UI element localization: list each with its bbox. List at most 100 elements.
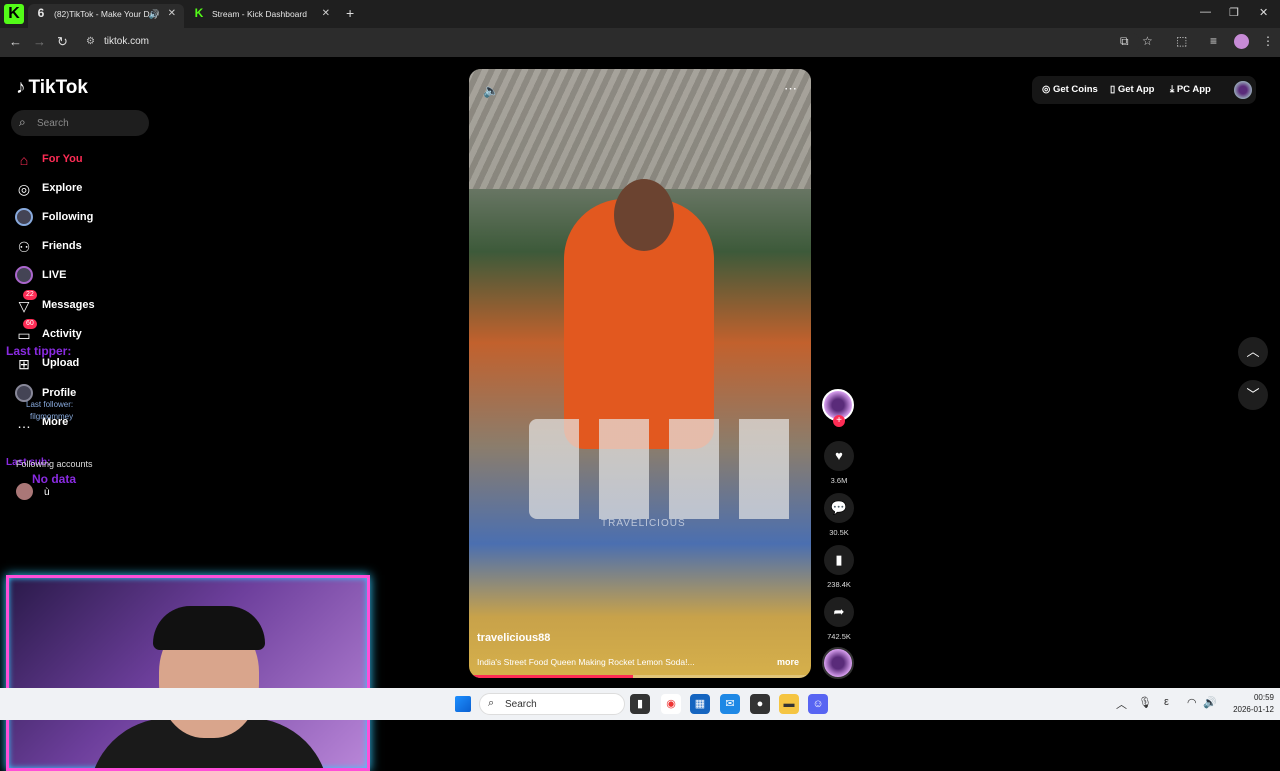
search-input[interactable]: ⌕ Search	[11, 110, 149, 136]
sidebar-item-friends[interactable]: ⚇ Friends	[14, 235, 154, 257]
site-info-icon[interactable]: ⚙	[86, 36, 95, 47]
sidebar-item-messages[interactable]: ▽ 22 Messages	[14, 290, 154, 316]
share-button[interactable]: ➦ 742.5K	[823, 597, 855, 641]
taskbar-search-placeholder: Search	[505, 699, 537, 710]
volume-icon[interactable]: 🔊	[1203, 696, 1217, 709]
tiktok-note-icon: ♪	[16, 77, 26, 98]
browser-nav-bar: ← → ↻ ⚙ tiktok.com ⧉ ☆ ⬚ ≡ ⋮	[0, 28, 1280, 57]
chevron-up-icon: ︿	[1246, 344, 1260, 359]
video-player[interactable]: 🔈 ⋯ TRAVELICIOUS travelicious88 India's …	[469, 69, 811, 678]
browser-tab-bar: K 6 (82)TikTok - Make Your Day 🔊 ✕ K Str…	[0, 0, 1280, 28]
taskbar-clock[interactable]: 00:59 2026-01-12	[1222, 692, 1274, 716]
video-progress-bar[interactable]	[469, 675, 811, 678]
speaker-icon[interactable]: 🔊	[149, 4, 160, 24]
install-app-icon[interactable]: ⧉	[1120, 34, 1129, 49]
overlay-last-follower-name: filgmommey	[30, 412, 74, 421]
avatar	[16, 483, 33, 500]
comment-count: 30.5K	[829, 528, 849, 537]
close-window-icon[interactable]: ✕	[1259, 6, 1268, 19]
windows-start-icon[interactable]	[455, 696, 471, 712]
live-icon	[14, 266, 34, 286]
sidebar-item-label: Activity	[42, 328, 82, 340]
search-placeholder: Search	[37, 118, 69, 129]
extensions-icon[interactable]: ⬚	[1176, 34, 1187, 48]
file-explorer-icon[interactable]: ▬	[779, 694, 799, 714]
get-app-label: Get App	[1117, 84, 1155, 95]
previous-video-button[interactable]: ︿	[1238, 337, 1268, 367]
more-options-icon[interactable]: ⋯	[784, 81, 797, 97]
media-controls-icon[interactable]: ≡	[1210, 34, 1217, 48]
kick-tab-icon: K	[194, 6, 204, 20]
address-bar[interactable]	[80, 32, 1140, 53]
get-coins-button[interactable]: ◎ Get Coins	[1042, 84, 1098, 95]
language-icon[interactable]: ε	[1164, 696, 1169, 708]
mute-icon[interactable]: 🔈	[483, 83, 499, 99]
video-frame-glasses	[529, 419, 809, 519]
discord-icon[interactable]: ☺	[808, 694, 828, 714]
minimize-icon[interactable]: —	[1200, 6, 1211, 18]
bookmark-star-icon[interactable]: ☆	[1142, 34, 1153, 48]
friends-icon: ⚇	[17, 239, 31, 255]
pc-app-label: PC App	[1176, 84, 1211, 95]
music-disc-avatar[interactable]	[822, 647, 854, 679]
tab-tiktok[interactable]: 6 (82)TikTok - Make Your Day 🔊 ✕	[28, 4, 184, 28]
sidebar-item-label: LIVE	[42, 269, 67, 281]
back-icon[interactable]: ←	[9, 34, 22, 49]
overlay-no-data: No data	[32, 472, 77, 486]
share-count: 742.5K	[827, 632, 851, 641]
browser-profile-avatar[interactable]	[1234, 34, 1249, 49]
coin-icon: ◎	[1042, 84, 1053, 95]
maximize-icon[interactable]: ❐	[1229, 6, 1239, 19]
sidebar-item-label: Profile	[42, 387, 77, 399]
tiktok-logo[interactable]: ♪ TikTok	[16, 77, 88, 99]
activity-badge: 60	[23, 319, 37, 329]
tab-title: (82)TikTok - Make Your Day	[54, 9, 159, 19]
new-tab-button[interactable]: +	[346, 5, 354, 21]
like-button[interactable]: ♥ 3.6M	[823, 441, 855, 485]
sidebar-item-following[interactable]: Following	[14, 206, 154, 228]
download-icon: ⤓	[1170, 84, 1177, 95]
get-coins-label: Get Coins	[1052, 84, 1098, 95]
taskbar-search-input[interactable]: ⌕ Search	[479, 693, 625, 715]
sidebar-item-explore[interactable]: ◎ Explore	[14, 177, 154, 199]
forward-icon[interactable]: →	[33, 34, 46, 49]
wifi-icon[interactable]: ◠	[1187, 696, 1197, 709]
next-video-button[interactable]: ﹀	[1238, 380, 1268, 410]
clock-date: 2026-01-12	[1233, 705, 1274, 714]
sidebar-item-for-you[interactable]: ⌂ For You	[14, 148, 154, 170]
pc-app-button[interactable]: ⤓ PC App	[1170, 84, 1211, 95]
search-icon: ⌕	[19, 115, 26, 129]
sidebar-item-live[interactable]: LIVE	[14, 264, 154, 286]
account-name: ù	[44, 487, 50, 498]
webcam-overlay	[6, 575, 370, 771]
messages-badge: 22	[23, 290, 37, 300]
tray-chevron-icon[interactable]: ︿	[1116, 696, 1127, 712]
reload-icon[interactable]: ↻	[57, 34, 68, 50]
chrome-icon[interactable]: ◉	[661, 694, 681, 714]
sidebar-item-label: Explore	[42, 182, 83, 194]
close-tab-icon[interactable]: ✕	[168, 4, 176, 24]
kick-logo-icon: K	[4, 4, 24, 24]
browser-menu-icon[interactable]: ⋮	[1262, 34, 1274, 48]
close-tab-icon[interactable]: ✕	[322, 4, 330, 24]
tab-kick-dashboard[interactable]: K Stream - Kick Dashboard ✕	[186, 4, 338, 28]
video-author[interactable]: travelicious88	[477, 632, 550, 644]
outlook-icon[interactable]: ✉	[720, 694, 740, 714]
comment-button[interactable]: 💬 30.5K	[823, 493, 855, 537]
bookmark-icon: ▮	[824, 545, 854, 575]
get-app-button[interactable]: ▯ Get App	[1110, 84, 1154, 95]
url-text[interactable]: tiktok.com	[104, 36, 149, 47]
caption-more-link[interactable]: more	[777, 657, 799, 667]
microphone-icon[interactable]: 🎙	[1138, 696, 1152, 709]
obs-icon[interactable]: ●	[750, 694, 770, 714]
store-icon[interactable]: ▦	[690, 694, 710, 714]
save-button[interactable]: ▮ 238.4K	[823, 545, 855, 589]
task-view-icon[interactable]: ▮	[630, 694, 650, 714]
user-avatar[interactable]	[1234, 81, 1252, 99]
home-icon: ⌂	[19, 152, 29, 168]
sidebar-item-label: Friends	[42, 240, 82, 252]
sidebar-item-activity[interactable]: ▭ 60 Activity	[14, 319, 154, 345]
follow-plus-icon[interactable]: +	[833, 415, 845, 427]
tiktok-tab-icon: 6	[37, 6, 45, 20]
save-count: 238.4K	[827, 580, 851, 589]
